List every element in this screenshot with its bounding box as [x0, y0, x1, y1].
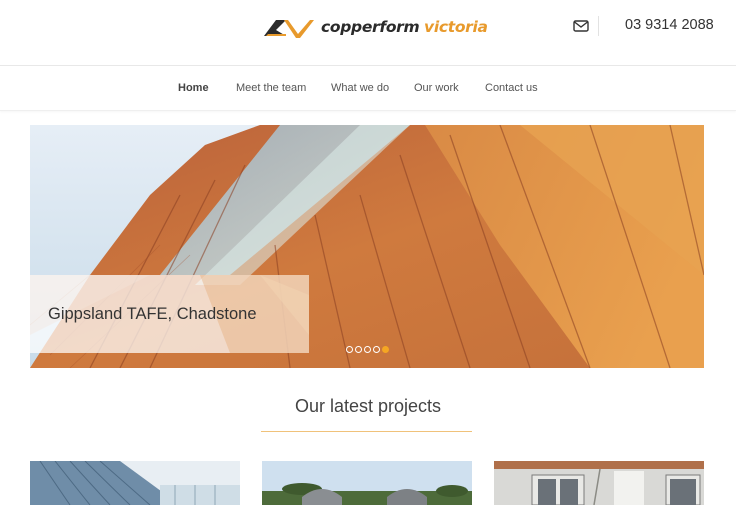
- nav-home[interactable]: Home: [178, 82, 209, 94]
- phone-number[interactable]: 03 9314 2088: [625, 17, 714, 33]
- main-nav: Home Meet the team What we do Our work C…: [0, 66, 736, 111]
- project-thumbnail-2[interactable]: [262, 461, 472, 505]
- nav-contact-us[interactable]: Contact us: [485, 82, 538, 94]
- project-thumbnail-1[interactable]: [30, 461, 240, 505]
- nav-meet-the-team[interactable]: Meet the team: [236, 82, 306, 94]
- logo-word-victoria: victoria: [424, 18, 488, 36]
- slider-dot-4[interactable]: [373, 346, 380, 353]
- logo-word-copperform: copperform: [321, 18, 420, 36]
- logo-text: copperform victoria: [321, 18, 488, 36]
- hero-slider[interactable]: Gippsland TAFE, Chadstone: [30, 125, 704, 368]
- cv-logo-mark-icon: [264, 20, 314, 38]
- nav-our-work[interactable]: Our work: [414, 82, 459, 94]
- projects-section-title: Our latest projects: [294, 396, 442, 416]
- header-divider: [598, 16, 599, 36]
- slider-dot-3[interactable]: [364, 346, 371, 353]
- logo[interactable]: copperform victoria: [262, 14, 488, 40]
- slide-caption: Gippsland TAFE, Chadstone: [30, 275, 309, 353]
- slider-dot-1[interactable]: [346, 346, 353, 353]
- slider-dot-2[interactable]: [355, 346, 362, 353]
- site-header: copperform victoria 03 9314 2088: [0, 0, 736, 66]
- envelope-icon[interactable]: [573, 19, 589, 33]
- projects-title-underline: [261, 431, 472, 432]
- slider-dot-5[interactable]: [382, 346, 389, 353]
- nav-what-we-do[interactable]: What we do: [331, 82, 389, 94]
- slider-pagination: [346, 346, 391, 353]
- project-thumbnail-3[interactable]: [494, 461, 704, 505]
- slide-caption-text: Gippsland TAFE, Chadstone: [48, 305, 257, 323]
